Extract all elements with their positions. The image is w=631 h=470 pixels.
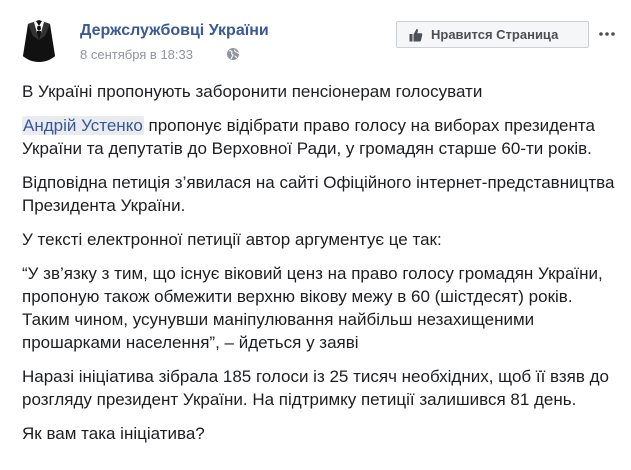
suit-logo-icon (22, 20, 56, 62)
post-quote: “У зв’язку з тим, що існує віковий ценз … (22, 264, 603, 352)
thumbs-up-icon (409, 28, 423, 41)
like-page-button[interactable]: Нравится Страница (396, 21, 589, 48)
like-page-label: Нравится Страница (431, 27, 559, 42)
more-options-button[interactable] (597, 24, 617, 44)
post-paragraph: Наразі ініціатива зібрала 185 голоси із … (22, 367, 610, 409)
post-paragraph: У тексті електронної петиції автор аргум… (22, 230, 442, 249)
post-body: В Україні пропонують заборонити пенсіоне… (22, 80, 622, 456)
page-name-link[interactable]: Держслужбовці України (80, 22, 269, 40)
post-question: Як вам така ініціатива? (22, 424, 205, 443)
post-timestamp[interactable]: 8 сентября в 18:33 (80, 47, 193, 62)
post-header: Держслужбовці України 8 сентября в 18:33… (0, 0, 631, 70)
post-paragraph: Андрій Устенко пропонує відібрати право … (22, 114, 622, 160)
post-paragraph: Відповідна петиція з’явилася на сайті Оф… (22, 173, 615, 215)
mention-link[interactable]: Андрій Устенко (22, 116, 144, 135)
globe-icon[interactable] (226, 47, 240, 61)
post-title: В Україні пропонують заборонити пенсіоне… (22, 82, 483, 101)
ellipsis-icon (599, 32, 615, 36)
page-avatar[interactable] (14, 12, 64, 62)
